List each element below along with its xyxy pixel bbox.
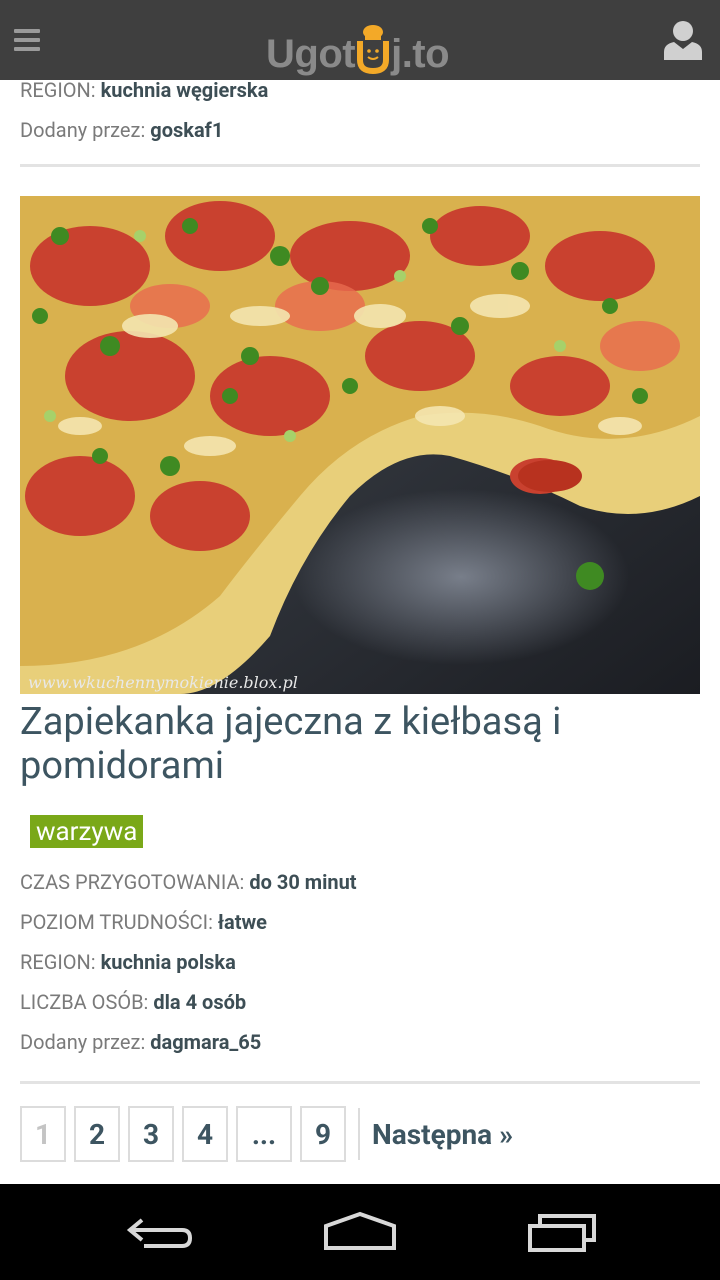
meta-label: Dodany przez: [20, 118, 146, 142]
meta-value: łatwe [217, 910, 267, 934]
meta-value: kuchnia polska [100, 950, 236, 974]
pagination-separator [358, 1108, 360, 1160]
page-9-button[interactable]: 9 [300, 1106, 346, 1162]
page-3-button[interactable]: 3 [128, 1106, 174, 1162]
recipe-meta: CZAS PRZYGOTOWANIA: do 30 minut POZIOM T… [20, 862, 700, 1062]
system-nav-bar [0, 1184, 720, 1280]
menu-icon[interactable] [14, 29, 40, 51]
meta-label: REGION: [20, 78, 96, 102]
site-logo[interactable]: Ugot j.to [266, 14, 450, 76]
pagination: 1 2 3 4 ... 9 Następna » [20, 1106, 513, 1162]
page-2-button[interactable]: 2 [74, 1106, 120, 1162]
previous-recipe-meta: REGION: kuchnia węgierska Dodany przez: … [20, 78, 700, 150]
user-account-icon[interactable] [662, 18, 704, 62]
meta-row-region: REGION: kuchnia polska [20, 942, 700, 982]
page-1-button[interactable]: 1 [20, 1106, 66, 1162]
divider [20, 1081, 700, 1084]
app-header: Ugot j.to [0, 0, 720, 80]
meta-row-author: Dodany przez: goskaf1 [20, 110, 700, 150]
page-ellipsis-button[interactable]: ... [236, 1106, 292, 1162]
chef-mascot-icon [357, 25, 390, 74]
back-icon[interactable] [124, 1208, 196, 1256]
meta-label: REGION: [20, 950, 96, 974]
photo-watermark: www.wkuchennymokienie.blox.pl [28, 673, 298, 692]
recipe-title-link[interactable]: Zapiekanka jajeczna z kiełbasą i pomidor… [20, 700, 700, 788]
recipe-photo[interactable]: www.wkuchennymokienie.blox.pl [20, 196, 700, 694]
recent-apps-icon[interactable] [524, 1208, 600, 1256]
meta-value: do 30 minut [249, 870, 357, 894]
author-link[interactable]: goskaf1 [150, 118, 223, 142]
meta-label: Dodany przez: [20, 1030, 146, 1054]
next-page-link[interactable]: Następna » [372, 1118, 513, 1151]
meta-label: POZIOM TRUDNOŚCI: [20, 910, 213, 934]
meta-value: dla 4 osób [153, 990, 247, 1014]
meta-row-difficulty: POZIOM TRUDNOŚCI: łatwe [20, 902, 700, 942]
category-tag[interactable]: warzywa [30, 815, 144, 848]
logo-text-left: Ugot [266, 32, 356, 76]
divider [20, 164, 700, 167]
meta-label: CZAS PRZYGOTOWANIA: [20, 870, 245, 894]
author-link[interactable]: dagmara_65 [150, 1030, 261, 1054]
meta-value: kuchnia węgierska [100, 78, 269, 102]
meta-label: LICZBA OSÓB: [20, 990, 149, 1014]
meta-row-prep-time: CZAS PRZYGOTOWANIA: do 30 minut [20, 862, 700, 902]
meta-row-author: Dodany przez: dagmara_65 [20, 1022, 700, 1062]
home-icon[interactable] [320, 1208, 400, 1256]
logo-text-right: j.to [391, 32, 450, 76]
page-4-button[interactable]: 4 [182, 1106, 228, 1162]
meta-row-servings: LICZBA OSÓB: dla 4 osób [20, 982, 700, 1022]
